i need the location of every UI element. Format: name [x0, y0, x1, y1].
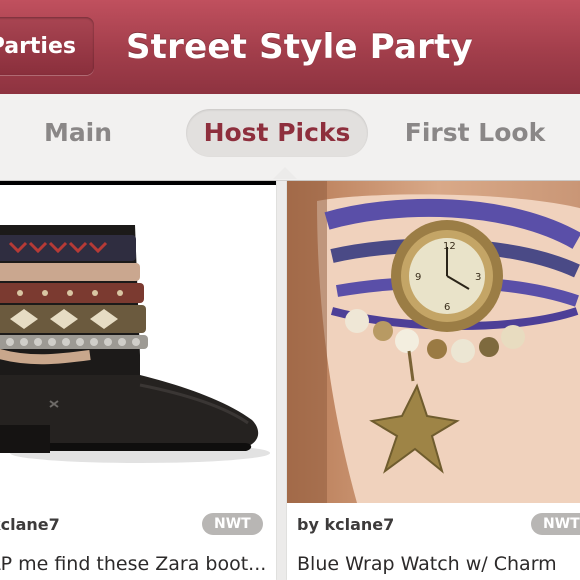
svg-text:12: 12 — [443, 241, 456, 252]
tab-host-picks[interactable]: Host Picks — [186, 109, 368, 157]
seller-name[interactable]: by kclane7 — [297, 515, 394, 534]
svg-text:9: 9 — [415, 272, 421, 283]
listing-title[interactable]: Blue Wrap Watch w/ Charm — [297, 553, 557, 575]
page-title: Street Style Party — [126, 27, 473, 67]
watch-image: 12 3 6 9 — [287, 181, 580, 503]
listing-photo[interactable]: 12 3 6 9 — [287, 181, 580, 503]
tab-main[interactable]: Main — [40, 109, 116, 157]
listing-card[interactable]: kclane7 NWT LP me find these Zara boot..… — [0, 181, 276, 580]
listing-meta: by kclane7 NWT — [287, 503, 580, 543]
listing-meta: kclane7 NWT — [0, 503, 276, 543]
selected-tab-pointer — [273, 167, 297, 179]
svg-text:3: 3 — [475, 272, 481, 283]
boot-image — [0, 185, 276, 503]
listing-title[interactable]: LP me find these Zara boot... — [0, 553, 266, 575]
condition-badge: NWT — [202, 513, 263, 535]
tab-first-look[interactable]: First Look — [404, 109, 546, 157]
listing-card[interactable]: 12 3 6 9 by kclane7 NWT Blue Wrap Watch … — [287, 181, 580, 580]
listing-photo[interactable] — [0, 181, 276, 503]
seller-name[interactable]: kclane7 — [0, 515, 60, 534]
svg-text:6: 6 — [444, 302, 450, 313]
tab-bar: Main Host Picks First Look — [0, 94, 580, 181]
back-button[interactable]: Parties — [0, 17, 94, 75]
listing-grid: kclane7 NWT LP me find these Zara boot..… — [0, 181, 580, 580]
app-header: Parties Street Style Party — [0, 0, 580, 94]
condition-badge: NWT — [531, 513, 580, 535]
